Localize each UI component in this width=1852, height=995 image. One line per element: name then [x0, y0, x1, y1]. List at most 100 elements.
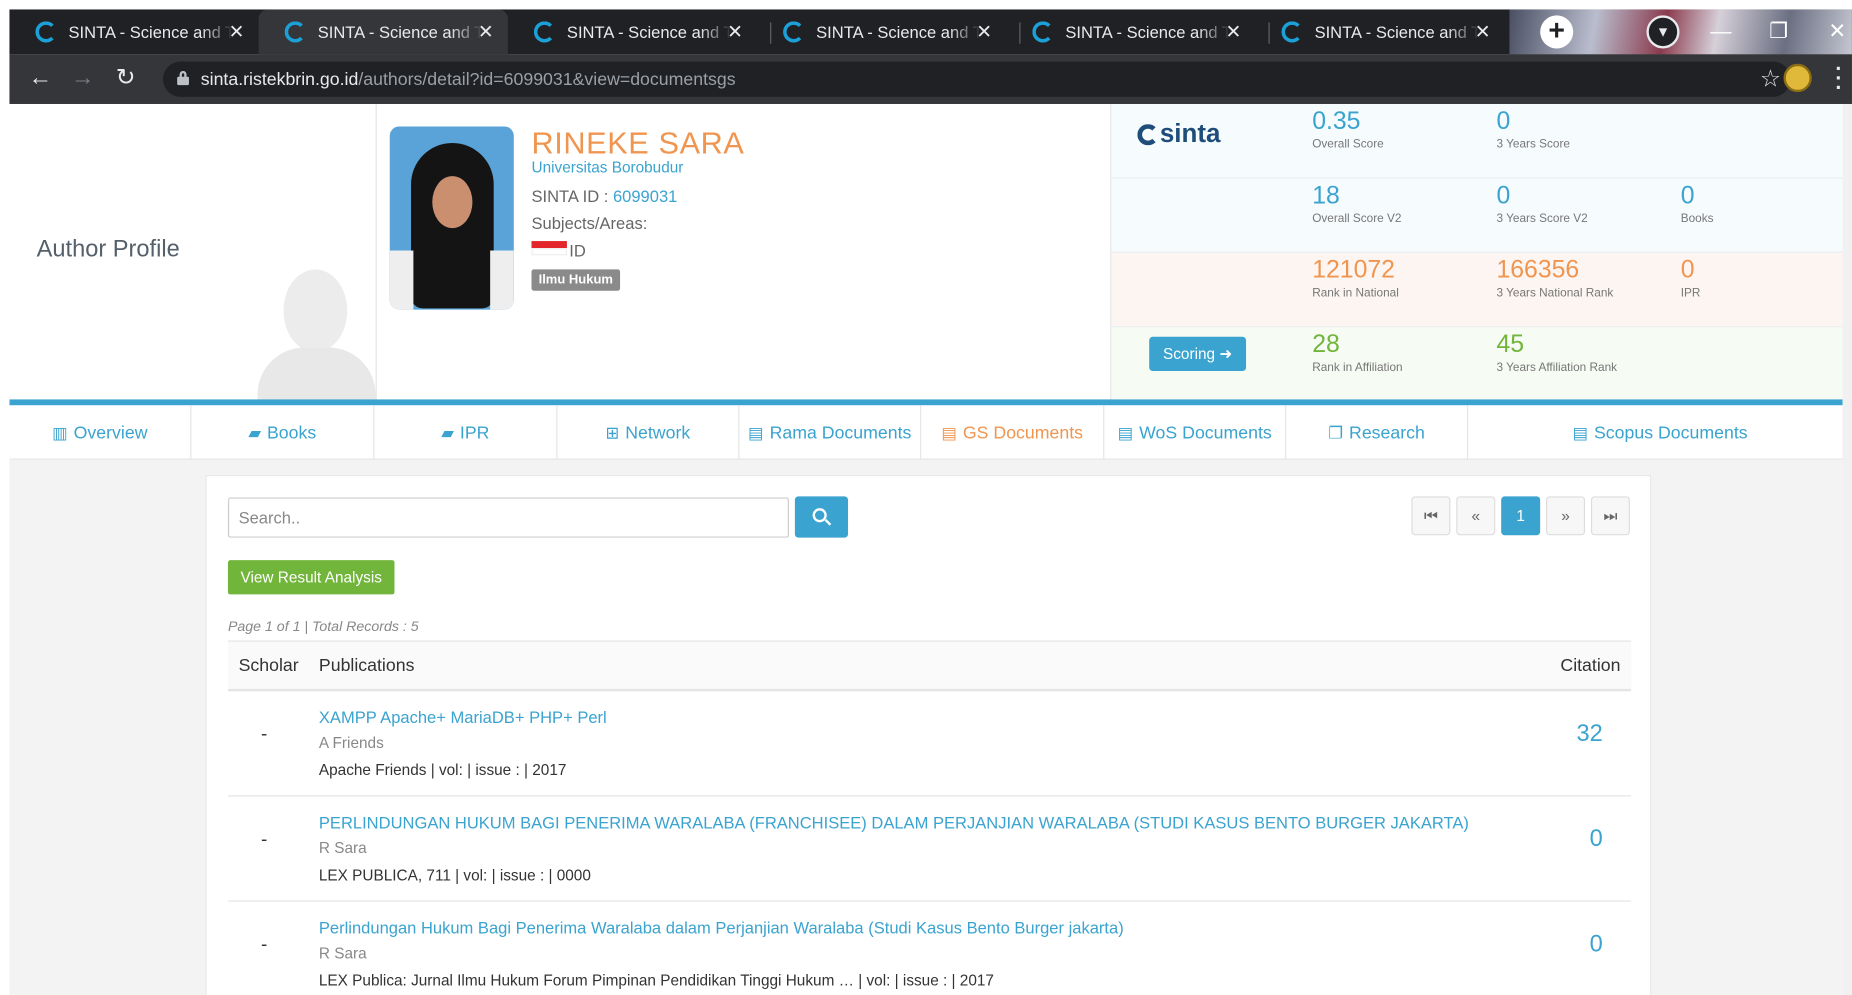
extension-icon[interactable]	[1783, 63, 1812, 93]
author-affiliation-link[interactable]: Universitas Borobudur	[531, 158, 683, 176]
sinta-logo: sinta	[1137, 118, 1221, 149]
publication-authors: A Friends	[318, 733, 384, 752]
publication-title-link[interactable]: XAMPP Apache+ MariaDB+ PHP+ Perl	[319, 708, 607, 727]
profile-header: Author Profile RINEKE SARA Universitas B…	[9, 103, 1852, 402]
publication-title-link[interactable]: Perlindungan Hukum Bagi Penerima Waralab…	[319, 918, 1124, 937]
browser-menu-icon[interactable]: · · ·	[1835, 58, 1842, 98]
sitemap-icon: ⊞	[605, 423, 620, 442]
score-label: 3 Years National Rank	[1496, 287, 1614, 301]
close-tab-icon[interactable]: ✕	[1475, 20, 1491, 44]
tab-title: SINTA - Science and Te	[1314, 22, 1480, 42]
current-page-button[interactable]: 1	[1501, 496, 1541, 536]
browser-tab-active[interactable]: SINTA - Science and Te ✕	[258, 9, 508, 55]
scholar-cell: -	[261, 724, 268, 745]
browser-tab[interactable]: SINTA - Science and Te ✕	[508, 9, 757, 54]
score-value: 0	[1680, 256, 1695, 284]
page-title: Author Profile	[36, 236, 180, 263]
tab-wos-documents[interactable]: ▤ WoS Documents	[1104, 405, 1287, 460]
book-icon: ▰	[441, 423, 454, 442]
tab-scopus-documents[interactable]: ▤ Scopus Documents	[1468, 405, 1852, 459]
score-label: Overall Score	[1312, 138, 1384, 152]
publication-title-link[interactable]: PERLINDUNGAN HUKUM BAGI PENERIMA WARALAB…	[319, 813, 1469, 832]
bookmark-star-icon[interactable]: ☆	[1760, 64, 1781, 94]
scholar-cell: -	[261, 934, 268, 955]
prev-page-button[interactable]: «	[1456, 496, 1496, 536]
tab-research[interactable]: ❐ Research	[1286, 405, 1469, 460]
url-text: sinta.ristekbrin.go.id/authors/detail?id…	[201, 70, 736, 90]
browser-tab[interactable]: SINTA - Science and Te ✕	[9, 9, 258, 54]
column-publications: Publications	[318, 655, 415, 676]
subjects-label: Subjects/Areas:	[531, 213, 648, 233]
tab-label: Books	[266, 423, 317, 444]
tab-rama-documents[interactable]: ▤ Rama Documents	[739, 405, 922, 460]
back-arrow-icon[interactable]: ←	[28, 66, 52, 90]
publication-venue: LEX Publica: Jurnal Ilmu Hukum Forum Pim…	[318, 971, 994, 990]
table-row: - Perlindungan Hukum Bagi Penerima Waral…	[228, 902, 1631, 995]
search-input[interactable]	[227, 497, 789, 538]
document-icon: ▤	[1572, 423, 1589, 442]
document-icon: ▤	[1117, 423, 1134, 442]
tab-title: SINTA - Science and Te	[816, 22, 982, 42]
tab-label: Network	[625, 423, 691, 444]
new-tab-button[interactable]: +	[1540, 15, 1574, 49]
close-tab-icon[interactable]: ✕	[727, 20, 743, 44]
maximize-icon[interactable]: ❐	[1769, 19, 1788, 44]
publication-authors: R Sara	[318, 839, 367, 857]
scholar-cell: -	[261, 829, 268, 850]
score-value: 0.35	[1312, 107, 1361, 135]
score-value: 0	[1680, 181, 1695, 210]
three-years-score-v2: 0 3 Years Score V2	[1496, 182, 1587, 226]
score-label: IPR	[1680, 287, 1701, 301]
documents-panel: ⏮ « 1 » ⏭ View Result Analysis Page 1 of…	[205, 475, 1652, 995]
tab-label: IPR	[459, 423, 490, 444]
score-row: 121072 Rank in National 166356 3 Years Nat…	[1111, 252, 1852, 328]
view-result-analysis-button[interactable]: View Result Analysis	[227, 560, 395, 595]
first-page-button[interactable]: ⏮	[1411, 496, 1451, 536]
address-bar[interactable]: sinta.ristekbrin.go.id/authors/detail?id…	[162, 61, 1791, 97]
indonesia-flag-icon	[531, 241, 567, 256]
browser-tab[interactable]: SINTA - Science and Te ✕	[1256, 9, 1505, 54]
sinta-logo-icon	[1137, 124, 1159, 146]
sinta-id-value[interactable]: 6099031	[613, 187, 677, 206]
tab-title: SINTA - Science and Te	[317, 22, 484, 42]
close-tab-icon[interactable]: ✕	[229, 20, 245, 44]
close-tab-icon[interactable]: ✕	[1226, 20, 1242, 44]
records-summary: Page 1 of 1 | Total Records : 5	[227, 618, 419, 635]
browser-tab-strip: SINTA - Science and Te ✕ SINTA - Science…	[9, 9, 1852, 55]
next-page-button[interactable]: »	[1546, 496, 1586, 536]
subject-badge[interactable]: Ilmu Hukum	[531, 269, 621, 291]
minimize-icon[interactable]: —	[1710, 19, 1731, 44]
table-header: Scholar Publications Citation	[227, 640, 1632, 692]
scoring-button[interactable]: Scoring ➜	[1149, 336, 1247, 372]
score-label: Overall Score V2	[1312, 212, 1402, 226]
tab-search-icon[interactable]: ▼	[1646, 15, 1680, 49]
sinta-logo-text: sinta	[1159, 118, 1221, 148]
tab-overview[interactable]: ▥ Overview	[9, 405, 192, 460]
tab-gs-documents[interactable]: ▤ GS Documents	[921, 405, 1105, 460]
page-scrollbar[interactable]	[1842, 103, 1852, 995]
browser-tab[interactable]: SINTA - Science and Te ✕	[757, 9, 1006, 54]
sinta-favicon-icon	[284, 21, 306, 43]
close-tab-icon[interactable]: ✕	[478, 20, 494, 44]
author-name: RINEKE SARA	[531, 125, 745, 161]
tab-books[interactable]: ▰ Books	[191, 405, 375, 460]
browser-tab[interactable]: SINTA - Science and Te ✕	[1006, 9, 1255, 54]
tab-ipr[interactable]: ▰ IPR	[374, 405, 558, 460]
bar-chart-icon: ▥	[52, 423, 68, 442]
score-label: 3 Years Affiliation Rank	[1496, 361, 1618, 375]
author-photo	[389, 126, 514, 310]
reload-icon[interactable]: ↻	[116, 66, 136, 90]
three-years-score: 0 3 Years Score	[1496, 108, 1570, 152]
score-value: 45	[1496, 330, 1525, 359]
score-value: 18	[1312, 181, 1340, 210]
forward-arrow-icon[interactable]: →	[71, 66, 95, 90]
close-tab-icon[interactable]: ✕	[976, 20, 992, 44]
window-close-icon[interactable]: ✕	[1828, 19, 1846, 44]
publication-venue: LEX PUBLICA, 711 | vol: | issue : | 0000	[318, 866, 591, 884]
tab-network[interactable]: ⊞ Network	[557, 405, 740, 460]
books-count: 0 Books	[1681, 182, 1714, 226]
score-panel: sinta 0.35 Overall Score 0 3 Years Score 1…	[1110, 103, 1852, 402]
last-page-button[interactable]: ⏭	[1590, 496, 1630, 536]
rank-national: 121072 Rank in National	[1312, 256, 1399, 300]
search-button[interactable]	[794, 496, 849, 538]
